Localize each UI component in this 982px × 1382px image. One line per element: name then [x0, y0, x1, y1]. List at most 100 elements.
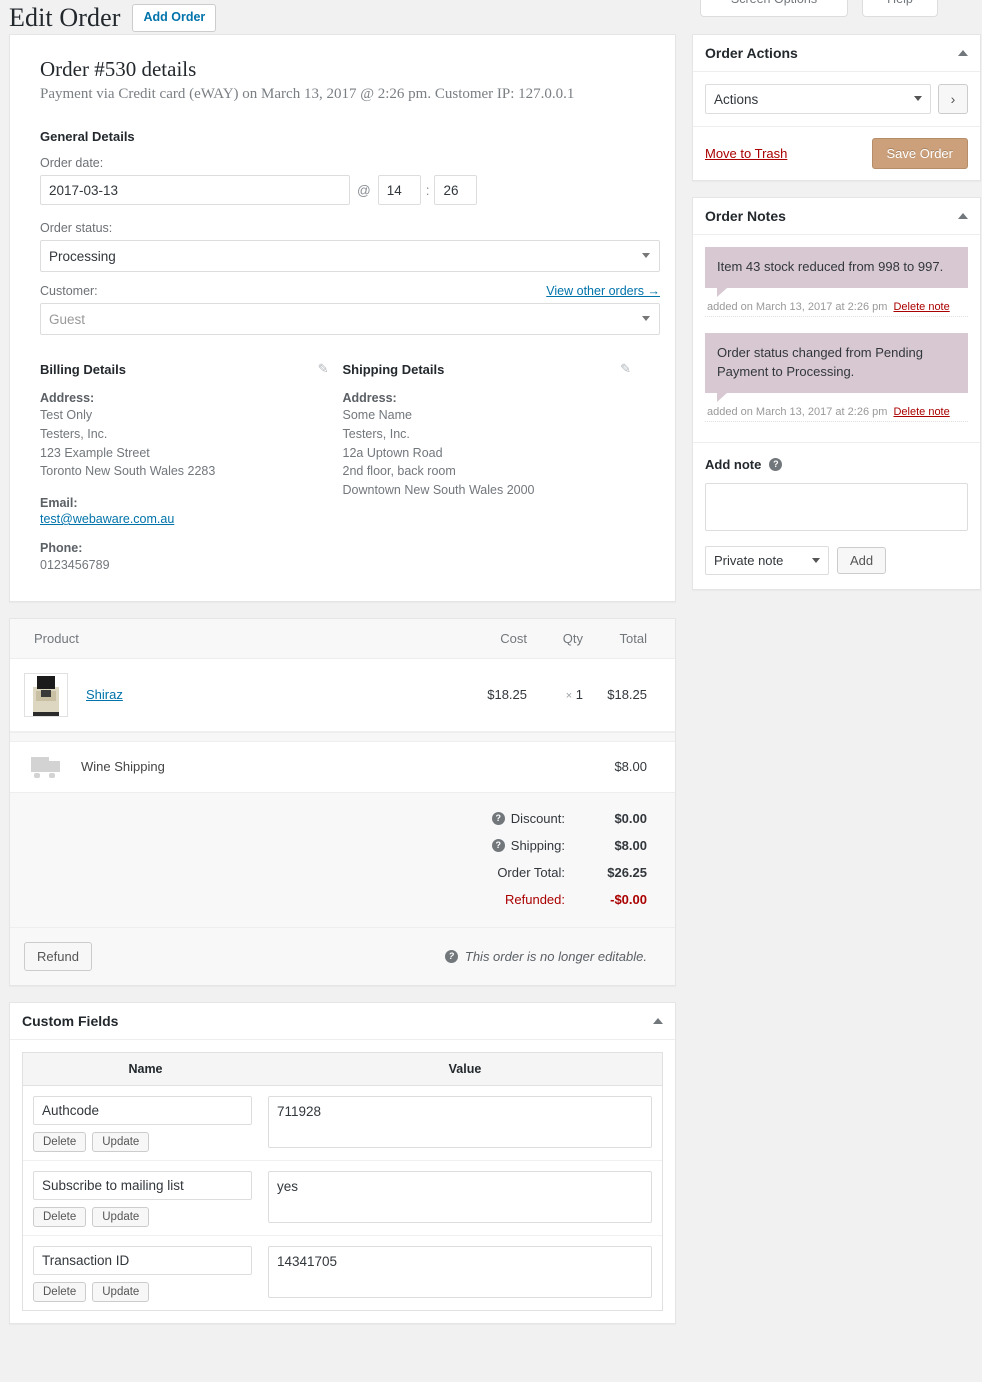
product-link[interactable]: Shiraz: [86, 687, 123, 702]
column-header-qty: Qty: [527, 631, 583, 646]
customer-label: Customer:: [40, 284, 98, 298]
total-value-order-total: $26.25: [583, 865, 661, 880]
order-notes-list: Item 43 stock reduced from 998 to 997. a…: [693, 235, 980, 442]
custom-field-name-input[interactable]: [33, 1096, 252, 1125]
add-note-section: Add note ? Add: [693, 442, 980, 589]
shipping-address-line: 12a Uptown Road: [343, 444, 646, 463]
total-label-text: Discount:: [511, 811, 565, 826]
shipping-item-row[interactable]: Wine Shipping $8.00: [10, 742, 675, 792]
refund-bar: Refund ? This order is no longer editabl…: [10, 927, 675, 985]
order-status-select[interactable]: [40, 240, 660, 272]
toggle-panel-icon[interactable]: [958, 50, 968, 56]
page-title: Edit Order: [9, 4, 120, 33]
total-value-discount: $0.00: [583, 811, 661, 826]
order-action-select[interactable]: [705, 84, 931, 114]
delete-note-link[interactable]: Delete note: [893, 301, 949, 313]
billing-email-link[interactable]: test@webaware.com.au: [40, 512, 174, 526]
line-item-cost: $18.25: [441, 687, 527, 702]
custom-field-value-textarea[interactable]: yes: [268, 1171, 652, 1223]
custom-fields-panel: Custom Fields Name Value Delete Upd: [9, 1002, 676, 1324]
delete-note-link[interactable]: Delete note: [893, 406, 949, 418]
product-thumbnail: [24, 673, 68, 717]
apply-action-button[interactable]: ›: [938, 84, 968, 114]
add-note-footer: Add: [705, 546, 968, 575]
help-tab[interactable]: Help: [862, 0, 938, 17]
total-value-shipping: $8.00: [583, 838, 661, 853]
screen-options-tab[interactable]: Screen Options: [700, 0, 848, 17]
customer-select-wrap: [40, 303, 660, 335]
general-details-title: General Details: [40, 129, 645, 144]
note-type-select[interactable]: [705, 546, 829, 575]
order-actions-title: Order Actions: [705, 45, 798, 61]
custom-field-value-textarea[interactable]: 711928: [268, 1096, 652, 1148]
addresses-section: Billing Details ✎ Address: Test Only Tes…: [40, 361, 645, 575]
order-date-input[interactable]: [40, 175, 350, 205]
order-hour-input[interactable]: [378, 175, 421, 205]
page-columns: Order #530 details Payment via Credit ca…: [0, 34, 982, 1340]
help-tip-icon[interactable]: ?: [445, 950, 458, 963]
help-tip-icon[interactable]: ?: [769, 458, 782, 471]
customer-row: Customer: View other orders →: [40, 284, 660, 298]
not-editable-text: This order is no longer editable.: [465, 949, 647, 964]
order-note: Order status changed from Pending Paymen…: [705, 333, 968, 422]
update-custom-field-button[interactable]: Update: [92, 1282, 149, 1302]
delete-custom-field-button[interactable]: Delete: [33, 1132, 86, 1152]
total-label-shipping: ? Shipping:: [492, 838, 583, 853]
custom-field-row: Delete Update yes: [23, 1160, 662, 1235]
order-totals-section: ? Discount: $0.00 ? Shipping: $8.00 Orde…: [10, 792, 675, 927]
total-value-refunded: -$0.00: [583, 892, 661, 907]
toggle-panel-icon[interactable]: [653, 1018, 663, 1024]
custom-field-value-textarea[interactable]: 14341705: [268, 1246, 652, 1298]
total-row-order-total: Order Total: $26.25: [24, 865, 661, 880]
custom-field-name-input[interactable]: [33, 1246, 252, 1275]
add-note-button[interactable]: Add: [837, 547, 886, 574]
order-data-panel: Order #530 details Payment via Credit ca…: [9, 34, 676, 602]
custom-field-value-cell: yes: [268, 1171, 652, 1226]
custom-field-name-cell: Delete Update: [33, 1246, 268, 1302]
shipping-details-title: Shipping Details: [343, 362, 445, 377]
toggle-panel-icon[interactable]: [958, 213, 968, 219]
line-item-row[interactable]: Shiraz $18.25 × 1 $18.25: [10, 659, 675, 732]
custom-field-name-input[interactable]: [33, 1171, 252, 1200]
column-header-product: Product: [24, 631, 441, 646]
help-tip-icon[interactable]: ?: [492, 812, 505, 825]
move-to-trash-link[interactable]: Move to Trash: [705, 146, 787, 161]
line-item-qty: × 1: [527, 687, 583, 702]
order-note-timestamp: added on March 13, 2017 at 2:26 pm: [707, 406, 887, 418]
delete-custom-field-button[interactable]: Delete: [33, 1282, 86, 1302]
save-order-button[interactable]: Save Order: [872, 138, 968, 169]
order-note-meta: added on March 13, 2017 at 2:26 pm Delet…: [705, 393, 968, 422]
shipping-address-line: Some Name: [343, 406, 646, 425]
shipping-details-column: Shipping Details ✎ Address: Some Name Te…: [343, 361, 646, 575]
order-note-timestamp: added on March 13, 2017 at 2:26 pm: [707, 301, 887, 313]
billing-address-label: Address:: [40, 391, 343, 405]
billing-phone-label: Phone:: [40, 541, 343, 555]
billing-email-block: Email: test@webaware.com.au: [40, 496, 343, 526]
view-other-orders-link[interactable]: View other orders →: [546, 284, 660, 298]
add-order-button[interactable]: Add Order: [132, 4, 216, 32]
update-custom-field-button[interactable]: Update: [92, 1207, 149, 1227]
billing-address-line: Test Only: [40, 406, 343, 425]
custom-field-value-cell: 14341705: [268, 1246, 652, 1301]
custom-field-actions: Delete Update: [33, 1132, 258, 1152]
refund-button[interactable]: Refund: [24, 942, 92, 971]
qty-multiply-symbol: ×: [566, 690, 572, 702]
column-header-value: Value: [268, 1053, 662, 1085]
total-label-discount: ? Discount:: [492, 811, 583, 826]
update-custom-field-button[interactable]: Update: [92, 1132, 149, 1152]
items-table-header: Product Cost Qty Total: [10, 619, 675, 659]
order-actions-header: Order Actions: [693, 35, 980, 72]
shipping-edit-pencil-icon[interactable]: ✎: [620, 361, 631, 377]
screen-meta-tabs: Screen Options Help: [700, 0, 938, 17]
customer-select[interactable]: [40, 303, 660, 335]
add-note-textarea[interactable]: [705, 483, 968, 531]
billing-edit-pencil-icon[interactable]: ✎: [318, 361, 329, 377]
delete-custom-field-button[interactable]: Delete: [33, 1207, 86, 1227]
order-notes-title: Order Notes: [705, 208, 786, 224]
order-notes-panel: Order Notes Item 43 stock reduced from 9…: [692, 197, 981, 590]
order-actions-footer: Move to Trash Save Order: [693, 127, 980, 180]
order-number-heading: Order #530 details: [40, 57, 645, 82]
help-tip-icon[interactable]: ?: [492, 839, 505, 852]
order-minute-input[interactable]: [434, 175, 477, 205]
total-row-discount: ? Discount: $0.00: [24, 811, 661, 826]
